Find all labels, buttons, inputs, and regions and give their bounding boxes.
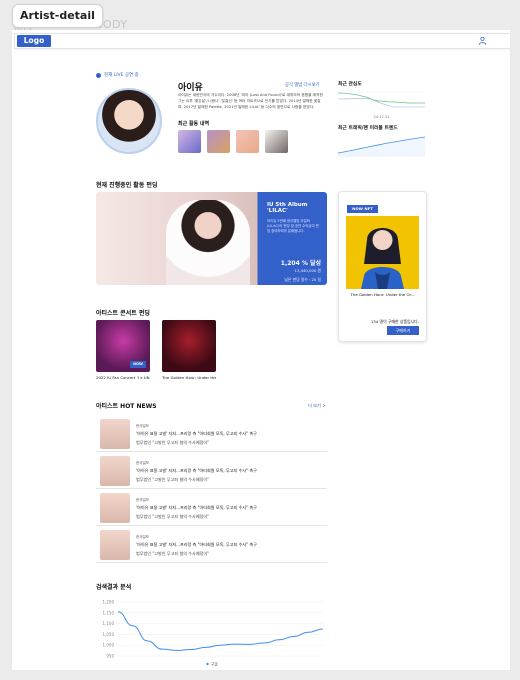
concert-poster: NOW — [96, 320, 150, 372]
legend-label: 구글 — [211, 662, 219, 667]
concert-card[interactable]: NOW 2022 IU Fan Concert 'I x UN WI... — [96, 320, 150, 380]
live-status: 현재 LIVE 공연 중 — [96, 72, 139, 78]
news-more-link[interactable]: 더 보기 > — [308, 403, 326, 409]
streams-mini-chart — [337, 136, 426, 157]
streams-title: 최근 트래픽/팬 미러볼 트렌드 — [338, 126, 398, 131]
news-source: 한국일보 — [136, 498, 149, 502]
search-line-chart: 1,200 1,150 1,100 1,050 1,000 950 구글 — [103, 600, 324, 667]
recent-activity-thumb[interactable] — [178, 130, 201, 153]
funding-album-description: 아이유 5번째 정규앨범 라일락(LILAC)의 펀딩 및 공연 수익금이 펀딩… — [267, 219, 319, 233]
news-source: 한국일보 — [136, 535, 149, 539]
news-source: 한국일보 — [136, 424, 149, 428]
y-tick-label: 1,200 — [103, 600, 115, 605]
news-item[interactable]: 한국일보 '아이유 표절 고발' 자처...프리랑 측 "아티회원 모독, 무고죄… — [96, 490, 327, 526]
funding-banner[interactable]: IU 5th Album 'LILAC' 아이유 5번째 정규앨범 라일락(LI… — [96, 192, 327, 285]
nft-card: NOW NFT The Golden Hour: Under the Or...… — [338, 191, 427, 342]
analysis-section-title: 검색결과 분석 — [96, 584, 132, 591]
nft-image[interactable] — [346, 216, 419, 289]
nft-buy-button[interactable]: 구매하기 — [387, 326, 419, 335]
y-tick-label: 1,000 — [103, 643, 115, 648]
legend-dot — [206, 662, 209, 666]
news-headline: '아이유 표절 고발' 자처...프리랑 측 "아티회원 모독, 무고죄 수사"… — [136, 431, 257, 436]
y-tick-label: 1,150 — [103, 610, 115, 615]
funding-banner-text: IU 5th Album 'LILAC' 아이유 5번째 정규앨범 라일락(LI… — [267, 202, 321, 234]
funding-rate: 1,204 % 달성 — [280, 260, 321, 267]
user-icon[interactable] — [478, 36, 487, 46]
album-link[interactable]: 공식 앨범 다시보기 — [285, 82, 319, 88]
concert-card[interactable]: The Golden Hour: Under the Or... — [162, 320, 216, 380]
news-subtitle: 법무법인 "고발인 무고죄 혐의 수사예정이" — [136, 514, 209, 519]
news-item[interactable]: 한국일보 '아이유 표절 고발' 자처...프리랑 측 "아티회원 모독, 무고죄… — [96, 527, 327, 563]
search-analysis-chart: 1,200 1,150 1,100 1,050 1,000 950 구글 — [96, 598, 327, 668]
recent-activity-thumb[interactable] — [236, 130, 259, 153]
trend-title: 최근 관심도 — [338, 82, 362, 87]
top-navbar: Logo — [14, 33, 510, 49]
artist-avatar — [96, 88, 162, 154]
news-section-title: 아티스트 HOT NEWS — [96, 403, 157, 410]
y-tick-label: 1,100 — [103, 621, 115, 626]
news-item[interactable]: 한국일보 '아이유 표절 고발' 자처...프리랑 측 "아티회원 모독, 무고죄… — [96, 416, 327, 452]
news-thumbnail — [100, 456, 130, 486]
live-dot-icon — [96, 72, 101, 78]
news-headline: '아이유 표절 고발' 자처...프리랑 측 "아티회원 모독, 무고죄 수사"… — [136, 542, 257, 547]
concert-poster — [162, 320, 216, 372]
news-item[interactable]: 한국일보 '아이유 표절 고발' 자처...프리랑 측 "아티회원 모독, 무고죄… — [96, 453, 327, 489]
nft-character-illustration — [346, 216, 419, 289]
trend-mini-chart — [337, 91, 425, 108]
artist-photo — [166, 200, 250, 285]
news-subtitle: 법무법인 "고발인 무고죄 혐의 수사예정이" — [136, 477, 209, 482]
nft-tag: NOW NFT — [347, 205, 378, 213]
recent-activity-list — [178, 130, 288, 153]
news-thumbnail — [100, 530, 130, 560]
funding-section-title: 현재 진행중인 활동 펀딩 — [96, 182, 158, 189]
artist-detail-page: Logo 현재 LIVE 공연 중 아이유 공식 앨범 다시보기 아이유는 대한… — [12, 30, 510, 670]
trend-card: 최근 관심도 24.12.31 — [337, 80, 425, 119]
series-line — [117, 611, 324, 651]
news-thumbnail — [100, 419, 130, 449]
concert-caption: 2022 IU Fan Concert 'I x UN WI... — [96, 375, 150, 380]
news-subtitle: 법무법인 "고발인 무고죄 혐의 수사예정이" — [136, 551, 209, 556]
funding-days-left: 남은 펀딩 일수 : 20 일 — [284, 277, 321, 282]
live-status-label: 현재 LIVE 공연 중 — [104, 73, 139, 78]
news-headline: '아이유 표절 고발' 자처...프리랑 측 "아티회원 모독, 무고죄 수사"… — [136, 505, 257, 510]
logo-button[interactable]: Logo — [17, 35, 51, 47]
concert-caption: The Golden Hour: Under the Or... — [162, 375, 216, 380]
news-thumbnail — [100, 493, 130, 523]
news-source: 한국일보 — [136, 461, 149, 465]
artist-description: 아이유는 대한민국의 가수이다. 2008년 '미아 (Lost And Fou… — [178, 93, 323, 109]
concert-section-title: 아티스트 콘서트 펀딩 — [96, 310, 150, 317]
recent-activity-title: 최근 활동 내역 — [178, 121, 210, 127]
nft-caption: The Golden Hour: Under the Or... — [350, 292, 415, 297]
recent-activity-thumb[interactable] — [265, 130, 288, 153]
news-headline: '아이유 표절 고발' 자처...프리랑 측 "아티회원 모독, 무고죄 수사"… — [136, 468, 257, 473]
news-subtitle: 법무법인 "고발인 무고죄 혐의 수사예정이" — [136, 440, 209, 445]
funding-album-title: IU 5th Album 'LILAC' — [267, 202, 308, 214]
frame-label: Artist-detail — [12, 4, 103, 28]
nft-remaining: 134 명이 구매한 상품입니다. — [370, 319, 419, 324]
funding-amount: 13,440,000 원 — [294, 268, 321, 273]
recent-activity-thumb[interactable] — [207, 130, 230, 153]
streams-card: 최근 트래픽/팬 미러볼 트렌드 — [337, 124, 426, 161]
y-tick-label: 950 — [106, 654, 114, 659]
concert-now-badge: NOW — [130, 361, 146, 368]
y-tick-label: 1,050 — [103, 632, 115, 637]
